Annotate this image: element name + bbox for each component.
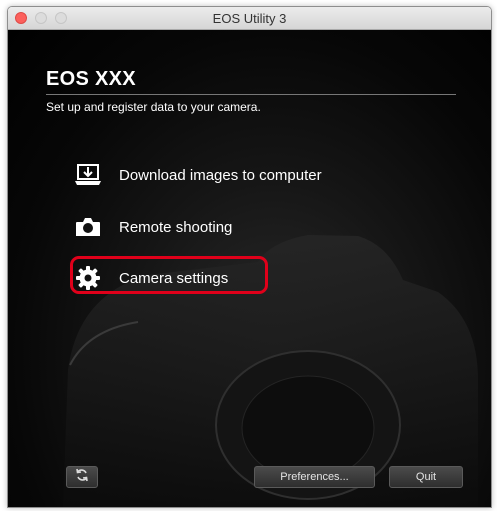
- window-title: EOS Utility 3: [212, 11, 287, 26]
- highlight-box: [70, 256, 268, 294]
- download-images-button[interactable]: Download images to computer: [73, 158, 322, 192]
- sync-button[interactable]: [66, 466, 98, 488]
- header-divider: [46, 94, 456, 95]
- camera-icon: [73, 215, 103, 239]
- sync-icon: [75, 468, 89, 487]
- app-window: EOS Utility 3 EOS XXX Set up and registe…: [7, 6, 492, 508]
- camera-model-name: EOS XXX: [46, 68, 136, 90]
- remote-shooting-button[interactable]: Remote shooting: [73, 210, 232, 244]
- quit-button[interactable]: Quit: [389, 466, 463, 488]
- title-bar: EOS Utility 3: [8, 7, 491, 30]
- header-subtitle: Set up and register data to your camera.: [46, 100, 261, 114]
- main-panel: EOS XXX Set up and register data to your…: [8, 30, 491, 507]
- download-images-label: Download images to computer: [119, 166, 322, 184]
- remote-shooting-label: Remote shooting: [119, 218, 233, 236]
- preferences-button[interactable]: Preferences...: [254, 466, 375, 488]
- download-to-computer-icon: [73, 163, 103, 187]
